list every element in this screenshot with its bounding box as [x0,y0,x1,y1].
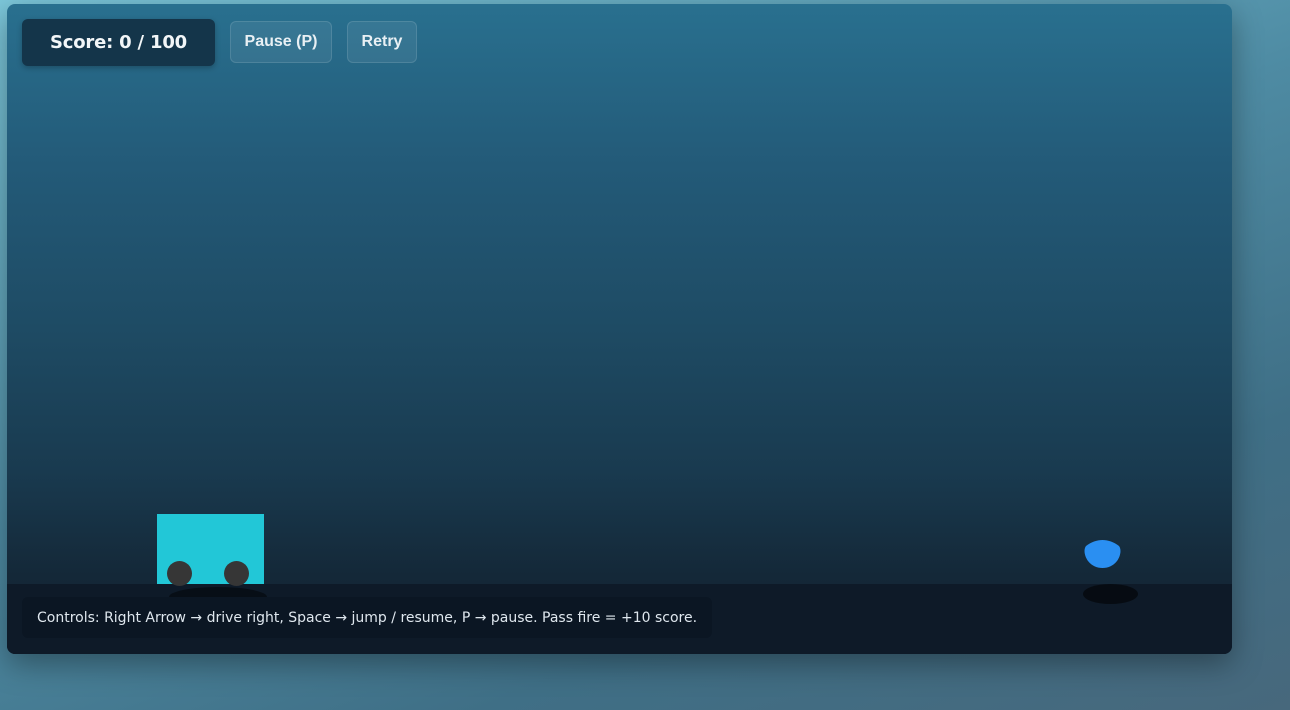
retry-button[interactable]: Retry [347,21,417,63]
fire-obstacle-icon [1084,540,1121,568]
fire-shadow [1083,584,1138,604]
controls-help: Controls: Right Arrow → drive right, Spa… [22,597,713,638]
score-display: Score: 0 / 100 [22,19,215,66]
car-wheel-right [224,561,249,586]
pause-button[interactable]: Pause (P) [230,21,332,63]
game-canvas[interactable]: Score: 0 / 100 Pause (P) Retry Controls:… [7,4,1232,654]
car-wheel-left [167,561,192,586]
